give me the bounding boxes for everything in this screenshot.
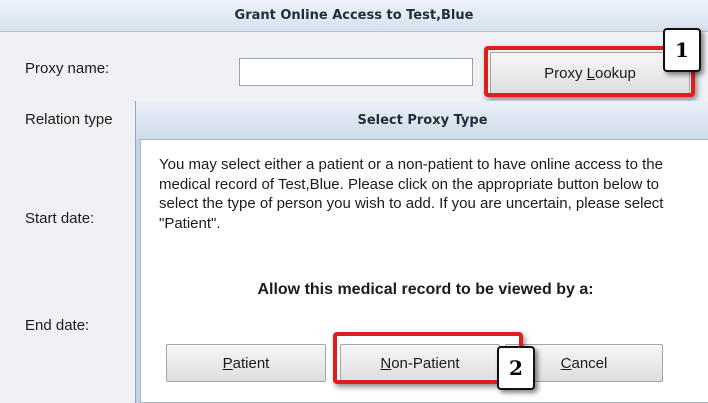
outer-dialog-title: Grant Online Access to Test,Blue: [234, 8, 474, 23]
callout-badge-1: 1: [663, 28, 701, 72]
viewer-prompt: Allow this medical record to be viewed b…: [257, 281, 594, 298]
outer-dialog-titlebar: Grant Online Access to Test,Blue: [0, 0, 708, 32]
patient-button[interactable]: Patient: [166, 344, 326, 382]
inner-dialog-titlebar: Select Proxy Type: [136, 101, 708, 139]
cancel-label: ancel: [571, 354, 608, 372]
inner-dialog-title: Select Proxy Type: [357, 112, 488, 128]
cancel-mnemonic: C: [560, 354, 572, 372]
relation-type-label: Relation type: [25, 111, 113, 128]
proxy-type-message: You may select either a patient or a non…: [159, 156, 664, 232]
proxy-name-label: Proxy name:: [25, 60, 110, 77]
callout-badge-2: 2: [497, 346, 535, 390]
start-date-label: Start date:: [25, 210, 95, 227]
proxy-name-input[interactable]: [239, 58, 473, 86]
patient-mnemonic: P: [222, 354, 233, 372]
non-patient-highlight: [333, 332, 523, 384]
end-date-label: End date:: [25, 317, 90, 334]
patient-label: atient: [232, 354, 270, 372]
